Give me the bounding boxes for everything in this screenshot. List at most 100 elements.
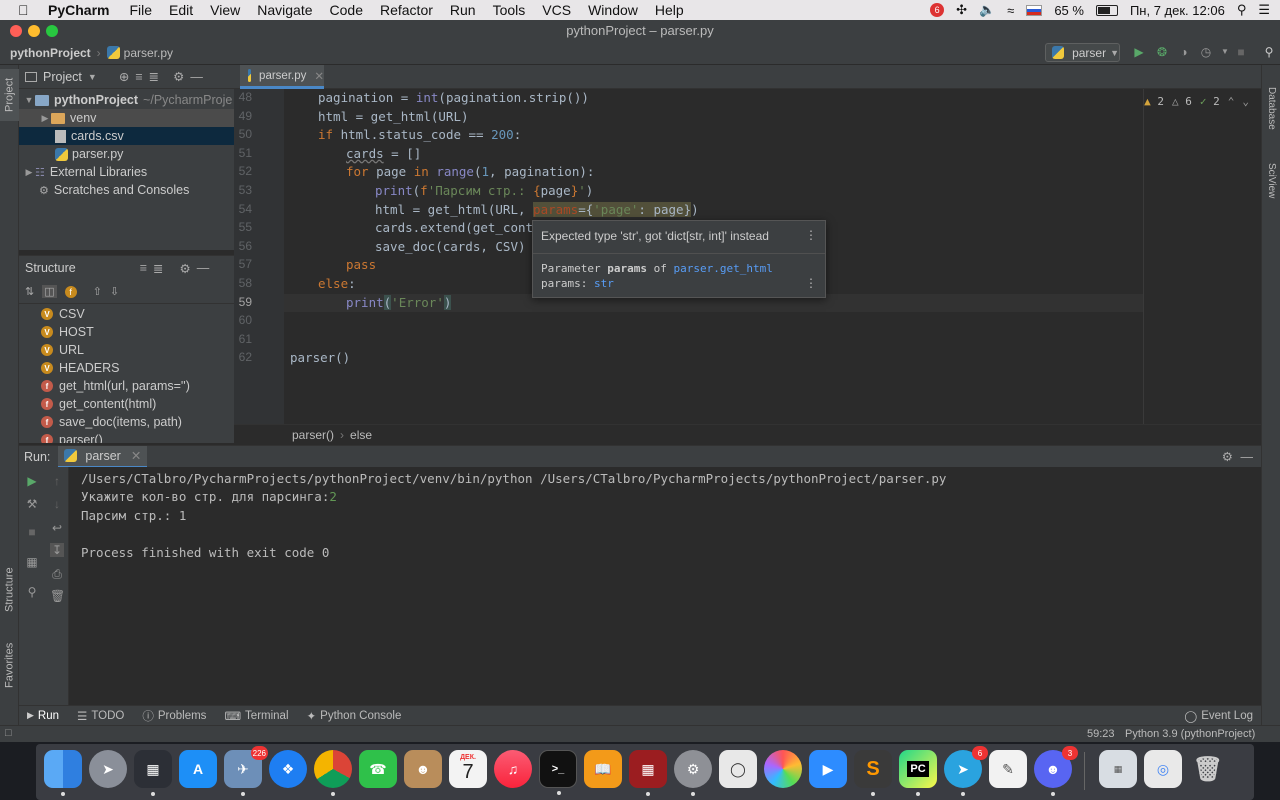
clock[interactable]: Пн, 7 дек. 12:06	[1130, 3, 1225, 18]
collapse-arrow-icon[interactable]: ▶	[39, 113, 51, 124]
menu-window[interactable]: Window	[588, 2, 638, 18]
apple-icon[interactable]: 	[18, 2, 36, 18]
close-tab-icon[interactable]: ✕	[314, 69, 324, 83]
tree-item-parser-py[interactable]: parser.py	[19, 145, 234, 163]
event-log-button[interactable]: ◯ Event Log	[1184, 709, 1253, 723]
input-source-flag-icon[interactable]	[1026, 4, 1043, 16]
show-properties-icon[interactable]: ◫	[42, 285, 57, 298]
tool-tab-run[interactable]: ▶ Run	[27, 710, 59, 722]
breadcrumb-item[interactable]: else	[350, 428, 372, 442]
structure-item[interactable]: f save_doc(items, path)	[19, 413, 234, 431]
app-store-icon[interactable]: A	[179, 750, 217, 788]
photo-viewer-icon[interactable]: ▦	[134, 750, 172, 796]
collapse-all-icon[interactable]: ≣	[149, 69, 159, 84]
tree-item-venv[interactable]: ▶ venv	[19, 109, 234, 127]
gear-icon[interactable]: ⚙	[180, 261, 191, 276]
calendar-icon[interactable]: ДЕК. 7	[449, 750, 487, 788]
menu-vcs[interactable]: VCS	[542, 2, 571, 18]
volume-icon[interactable]: 🔈	[979, 2, 995, 18]
hide-panel-icon[interactable]: —	[190, 70, 203, 84]
menu-navigate[interactable]: Navigate	[257, 2, 312, 18]
scroll-up-icon[interactable]: ↑	[50, 474, 64, 488]
safari-icon[interactable]: ❖	[269, 750, 307, 788]
gear-icon[interactable]: ⚙	[173, 69, 184, 84]
project-tool-tab[interactable]: Project	[0, 69, 19, 121]
structure-item[interactable]: V CSV	[19, 305, 234, 323]
close-tab-icon[interactable]: ✕	[131, 448, 141, 463]
menu-view[interactable]: View	[210, 2, 240, 18]
gear-icon[interactable]: ⚙	[1222, 449, 1233, 464]
tool-tab-todo[interactable]: ☰ TODO	[77, 709, 124, 723]
breadcrumb-item[interactable]: parser()	[292, 428, 334, 442]
close-window-button[interactable]	[10, 25, 22, 37]
telegram-icon[interactable]: ➤ 6	[944, 746, 988, 796]
tool-tab-terminal[interactable]: ⌨ Terminal	[224, 709, 288, 723]
tab-parser-py[interactable]: parser.py ✕	[240, 65, 324, 89]
scroll-to-end-icon[interactable]: ↧	[50, 543, 64, 557]
expand-all-icon[interactable]: ≡	[140, 261, 147, 275]
more-actions-icon[interactable]: ⋮	[805, 276, 817, 290]
more-actions-icon[interactable]: ⋮	[805, 228, 817, 242]
sublime-text-icon[interactable]: S	[854, 750, 892, 796]
zoom-window-button[interactable]	[46, 25, 58, 37]
chrome-document-icon[interactable]: ◎	[1144, 750, 1182, 788]
inspection-widget[interactable]: ▲ 2 △ 6 ✓ 2 ⌃ ⌄	[1144, 95, 1249, 108]
tree-item-project-root[interactable]: ▼ pythonProject ~/PycharmProje	[19, 91, 234, 109]
scroll-down-icon[interactable]: ↓	[50, 497, 64, 511]
run-configuration-selector[interactable]: parser ▼	[1045, 43, 1120, 62]
menu-file[interactable]: File	[129, 2, 152, 18]
debug-icon[interactable]: ❂	[1155, 45, 1169, 59]
menu-tools[interactable]: Tools	[493, 2, 526, 18]
menu-refactor[interactable]: Refactor	[380, 2, 433, 18]
soft-wrap-icon[interactable]: ↩	[50, 521, 64, 535]
search-everywhere-icon[interactable]: ⚲	[1262, 45, 1276, 59]
chrome-icon[interactable]	[314, 750, 352, 796]
breadcrumb-project[interactable]: pythonProject	[10, 46, 91, 60]
menu-edit[interactable]: Edit	[169, 2, 193, 18]
tool-tab-python-console[interactable]: ✦ Python Console	[307, 709, 402, 723]
music-icon[interactable]: ♫	[494, 750, 532, 788]
collapse-arrow-icon[interactable]: ▶	[23, 167, 35, 178]
structure-item[interactable]: f parser()	[19, 431, 234, 443]
more-run-options-icon[interactable]: ▼	[1218, 45, 1232, 59]
structure-item[interactable]: V URL	[19, 341, 234, 359]
navigate-from-source-icon[interactable]: ⇧	[93, 285, 102, 298]
notification-center-icon[interactable]: ☰	[1258, 2, 1270, 18]
battery-percent[interactable]: 65 %	[1054, 3, 1084, 18]
trash-icon[interactable]: 🗑	[50, 589, 65, 603]
launchpad-icon[interactable]: ➤	[89, 750, 127, 788]
tree-item-scratches[interactable]: ⚙ Scratches and Consoles	[19, 181, 234, 199]
chevron-up-icon[interactable]: ⌃	[1228, 95, 1235, 108]
sort-alphabetically-icon[interactable]: ⇅	[25, 285, 34, 298]
hide-panel-icon[interactable]: —	[197, 261, 210, 275]
menu-help[interactable]: Help	[655, 2, 684, 18]
finder-icon[interactable]	[44, 750, 82, 796]
database-tool-tab[interactable]: Database	[1262, 73, 1280, 143]
spotlight-search-icon[interactable]: ⚲	[1237, 2, 1247, 18]
structure-tool-tab[interactable]: Structure	[0, 557, 19, 623]
pin-tab-icon[interactable]: ⚲	[25, 585, 39, 599]
expand-arrow-icon[interactable]: ▼	[23, 95, 35, 105]
preview-icon[interactable]: ◯	[719, 750, 757, 788]
system-preferences-icon[interactable]: ⚙	[674, 750, 712, 796]
run-tab-parser[interactable]: parser ✕	[58, 445, 148, 468]
expand-all-icon[interactable]: ≡	[135, 70, 142, 84]
interpreter-selector[interactable]: Python 3.9 (pythonProject)	[1125, 728, 1255, 740]
coverage-icon[interactable]: ◑	[1177, 45, 1191, 59]
chevron-down-icon[interactable]: ▼	[88, 72, 97, 82]
minimize-window-button[interactable]	[28, 25, 40, 37]
structure-item[interactable]: f get_html(url, params='')	[19, 377, 234, 395]
project-panel-title[interactable]: Project	[43, 70, 82, 84]
menu-run[interactable]: Run	[450, 2, 476, 18]
show-fields-icon[interactable]: f	[64, 285, 77, 298]
textedit-icon[interactable]: ✎	[989, 750, 1027, 788]
contacts-icon[interactable]: ☻	[404, 750, 442, 788]
toggle-tool-windows-icon[interactable]: □	[5, 727, 12, 739]
stop-icon[interactable]: ■	[25, 525, 39, 539]
zoom-icon[interactable]: ▶	[809, 750, 847, 788]
structure-item[interactable]: f get_content(html)	[19, 395, 234, 413]
favorites-tool-tab[interactable]: Favorites	[0, 633, 19, 697]
menu-app-name[interactable]: PyCharm	[48, 2, 109, 18]
param-type-link[interactable]: str	[594, 277, 614, 290]
books-icon[interactable]: 📖	[584, 750, 622, 788]
